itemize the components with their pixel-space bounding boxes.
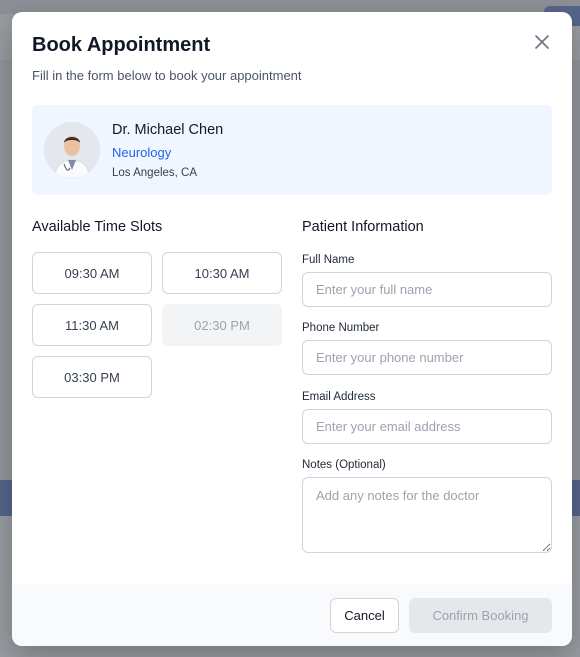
doctor-avatar (44, 122, 100, 178)
phone-label: Phone Number (302, 322, 380, 334)
doctor-card: Dr. Michael Chen Neurology Los Angeles, … (32, 105, 552, 195)
modal-footer: Cancel Confirm Booking (12, 584, 572, 646)
doctor-specialty: Neurology (112, 145, 172, 160)
confirm-booking-button[interactable]: Confirm Booking (409, 598, 552, 633)
email-input[interactable] (302, 409, 552, 444)
modal-subtitle: Fill in the form below to book your appo… (32, 68, 302, 83)
phone-input[interactable] (302, 340, 552, 375)
modal-title: Book Appointment (32, 34, 211, 56)
book-appointment-modal: Book Appointment Fill in the form below … (12, 12, 572, 646)
full-name-input[interactable] (302, 272, 552, 307)
time-slot-unavailable: 02:30 PM (162, 304, 282, 346)
time-slot[interactable]: 03:30 PM (32, 356, 152, 398)
email-label: Email Address (302, 391, 376, 403)
notes-textarea[interactable] (302, 477, 552, 553)
full-name-label: Full Name (302, 254, 355, 266)
time-slot[interactable]: 11:30 AM (32, 304, 152, 346)
doctor-location: Los Angeles, CA (112, 167, 198, 179)
notes-label: Notes (Optional) (302, 459, 386, 471)
cancel-button[interactable]: Cancel (330, 598, 399, 633)
patient-info-title: Patient Information (302, 219, 424, 235)
time-slot[interactable]: 10:30 AM (162, 252, 282, 294)
time-slots-title: Available Time Slots (32, 219, 163, 235)
time-slot[interactable]: 09:30 AM (32, 252, 152, 294)
close-icon (535, 35, 549, 49)
close-button[interactable] (530, 30, 554, 54)
doctor-name: Dr. Michael Chen (112, 122, 224, 138)
